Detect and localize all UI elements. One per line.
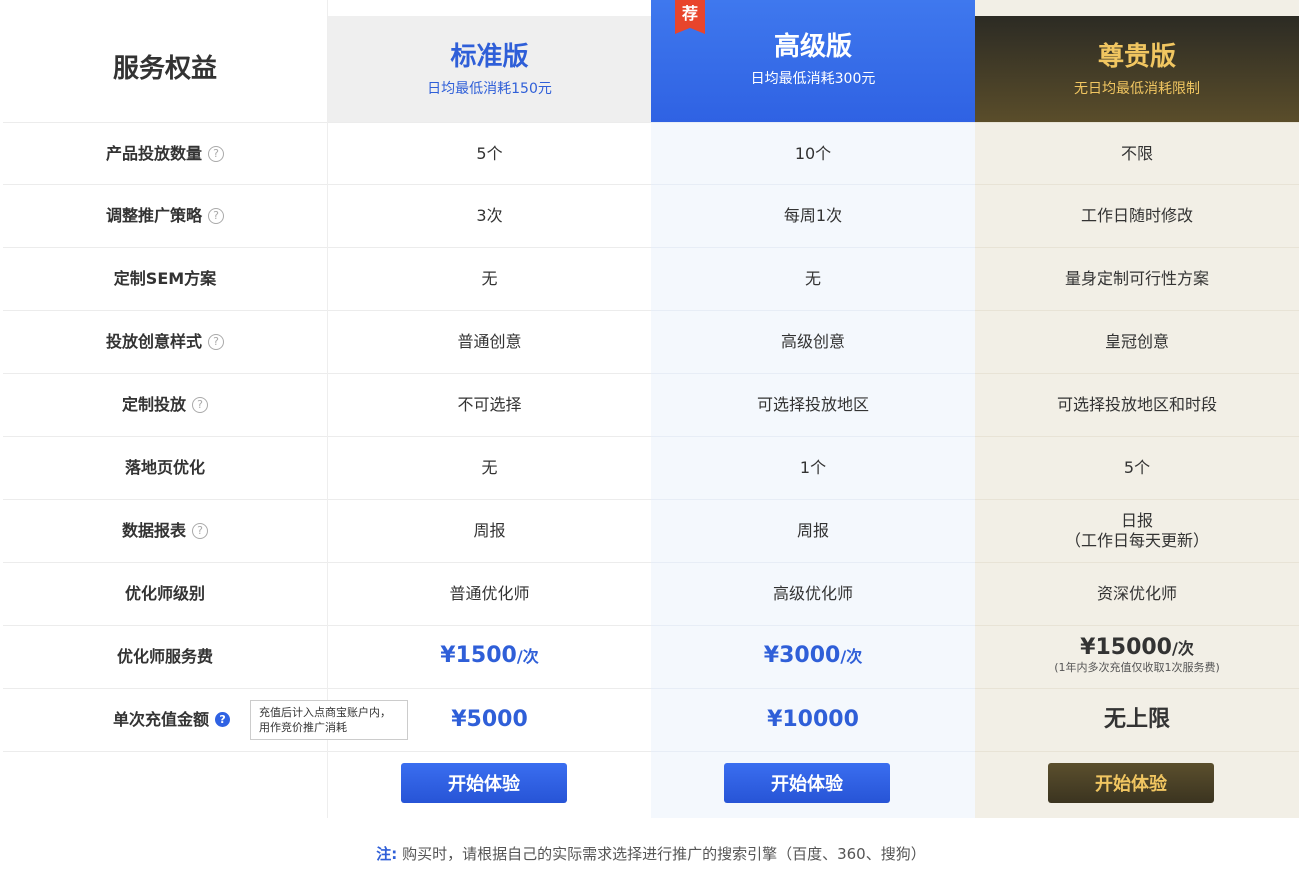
recharge-amount: ¥10000 (767, 706, 859, 732)
feature-label: 落地页优化 (124, 457, 205, 477)
help-icon[interactable]: ? (192, 396, 208, 413)
feature-label: 定制投放 (121, 394, 186, 414)
plan-cell: 高级创意 (651, 310, 975, 372)
pricing-table: 服务权益 产品投放数量? 调整推广策略? 定制SEM方案 投放创意样式? 定制投… (3, 0, 1299, 818)
plan-cell: ¥1500/次 (328, 625, 651, 687)
plan-cell: 普通创意 (328, 310, 651, 372)
plan-name: 高级版 (773, 32, 852, 62)
recharge-amount: 无上限 (1103, 706, 1170, 732)
service-fee: ¥3000/次 (763, 643, 863, 668)
recommended-badge: 荐 (675, 0, 705, 34)
plan-cell: 3次 (328, 184, 651, 246)
note-text: 购买时，请根据自己的实际需求选择进行推广的搜索引擎（百度、360、搜狗） (402, 845, 926, 863)
feature-row: 产品投放数量? (3, 122, 327, 184)
feature-row: 优化师服务费 (3, 625, 327, 687)
feature-row: 落地页优化 (3, 436, 327, 498)
recharge-amount: ¥5000 (451, 706, 528, 732)
plan-header: 尊贵版 无日均最低消耗限制 (975, 16, 1299, 122)
feature-row-empty (3, 751, 327, 813)
plan-advanced: 荐 高级版 日均最低消耗300元 10个 每周1次 无 高级创意 可选择投放地区… (651, 0, 975, 818)
plan-subtitle: 日均最低消耗150元 (427, 81, 552, 97)
plan-cell: ¥3000/次 (651, 625, 975, 687)
feature-label: 单次充值金额 (113, 709, 210, 729)
note-label: 注: (376, 845, 398, 863)
start-trial-button-advanced[interactable]: 开始体验 (724, 763, 890, 803)
plan-cell: 普通优化师 (328, 562, 651, 624)
plan-standard: 标准版 日均最低消耗150元 5个 3次 无 普通创意 不可选择 无 周报 普通… (327, 0, 651, 818)
start-trial-button-standard[interactable]: 开始体验 (401, 763, 567, 803)
plan-cell: 工作日随时修改 (975, 184, 1299, 246)
plan-cell: 可选择投放地区 (651, 373, 975, 435)
footer-note: 注: 购买时，请根据自己的实际需求选择进行推广的搜索引擎（百度、360、搜狗） (0, 843, 1302, 864)
plan-cell: 无上限 (975, 688, 1299, 750)
plan-cell: 不可选择 (328, 373, 651, 435)
recharge-tooltip: 充值后计入点商宝账户内，用作竞价推广消耗 (250, 700, 408, 740)
plan-subtitle: 日均最低消耗300元 (750, 71, 876, 87)
plan-cell: 资深优化师 (975, 562, 1299, 624)
help-icon[interactable]: ? (215, 712, 231, 727)
features-title: 服务权益 (112, 54, 217, 84)
service-fee: ¥1500/次 (440, 643, 539, 668)
plan-cell: 皇冠创意 (975, 310, 1299, 372)
plan-cell: 可选择投放地区和时段 (975, 373, 1299, 435)
plan-cell: ¥10000 (651, 688, 975, 750)
plan-cell: ¥15000/次 (1年内多次充值仅收取1次服务费) (975, 625, 1299, 687)
help-icon[interactable]: ? (192, 522, 208, 539)
plan-cell: 周报 (651, 499, 975, 561)
feature-label: 数据报表 (121, 520, 186, 540)
report-note: （工作日每天更新） (1064, 530, 1209, 550)
plan-cell: 日报 （工作日每天更新） (975, 499, 1299, 561)
feature-label: 调整推广策略 (105, 205, 202, 225)
plan-cell: 量身定制可行性方案 (975, 247, 1299, 309)
plan-header: 荐 高级版 日均最低消耗300元 (651, 0, 975, 122)
plan-cell: 高级优化师 (651, 562, 975, 624)
help-icon[interactable]: ? (208, 207, 224, 224)
feature-row: 投放创意样式? (3, 310, 327, 372)
feature-row: 优化师级别 (3, 562, 327, 624)
service-fee-note: (1年内多次充值仅收取1次服务费) (1054, 661, 1220, 674)
help-icon[interactable]: ? (208, 145, 224, 162)
feature-row: 定制SEM方案 (3, 247, 327, 309)
feature-label: 定制SEM方案 (113, 268, 217, 288)
plan-subtitle: 无日均最低消耗限制 (1074, 81, 1200, 97)
plan-cell: 每周1次 (651, 184, 975, 246)
plan-name: 标准版 (450, 42, 529, 72)
plan-cell: 1个 (651, 436, 975, 498)
plan-cell: 不限 (975, 122, 1299, 184)
plan-cell: 无 (651, 247, 975, 309)
report-value: 日报 (1120, 510, 1153, 530)
help-icon[interactable]: ? (208, 333, 224, 350)
feature-label: 产品投放数量 (105, 143, 202, 163)
plan-cell: 5个 (975, 436, 1299, 498)
service-fee: ¥15000/次 (1080, 635, 1194, 660)
feature-row: 数据报表? (3, 499, 327, 561)
plan-premium: 尊贵版 无日均最低消耗限制 不限 工作日随时修改 量身定制可行性方案 皇冠创意 … (975, 0, 1299, 818)
start-trial-button-premium[interactable]: 开始体验 (1048, 763, 1214, 803)
plan-cell: 无 (328, 436, 651, 498)
features-header: 服务权益 (3, 16, 327, 122)
plan-cell: 无 (328, 247, 651, 309)
plan-header: 标准版 日均最低消耗150元 (328, 16, 651, 122)
feature-label: 优化师服务费 (116, 646, 213, 666)
feature-label: 投放创意样式 (105, 331, 202, 351)
feature-row: 调整推广策略? (3, 184, 327, 246)
plan-name: 尊贵版 (1097, 42, 1176, 72)
plan-cell: 5个 (328, 122, 651, 184)
plan-cell: 10个 (651, 122, 975, 184)
plan-cell: 周报 (328, 499, 651, 561)
feature-label: 优化师级别 (124, 583, 205, 603)
feature-row: 定制投放? (3, 373, 327, 435)
features-column: 服务权益 产品投放数量? 调整推广策略? 定制SEM方案 投放创意样式? 定制投… (3, 0, 408, 818)
